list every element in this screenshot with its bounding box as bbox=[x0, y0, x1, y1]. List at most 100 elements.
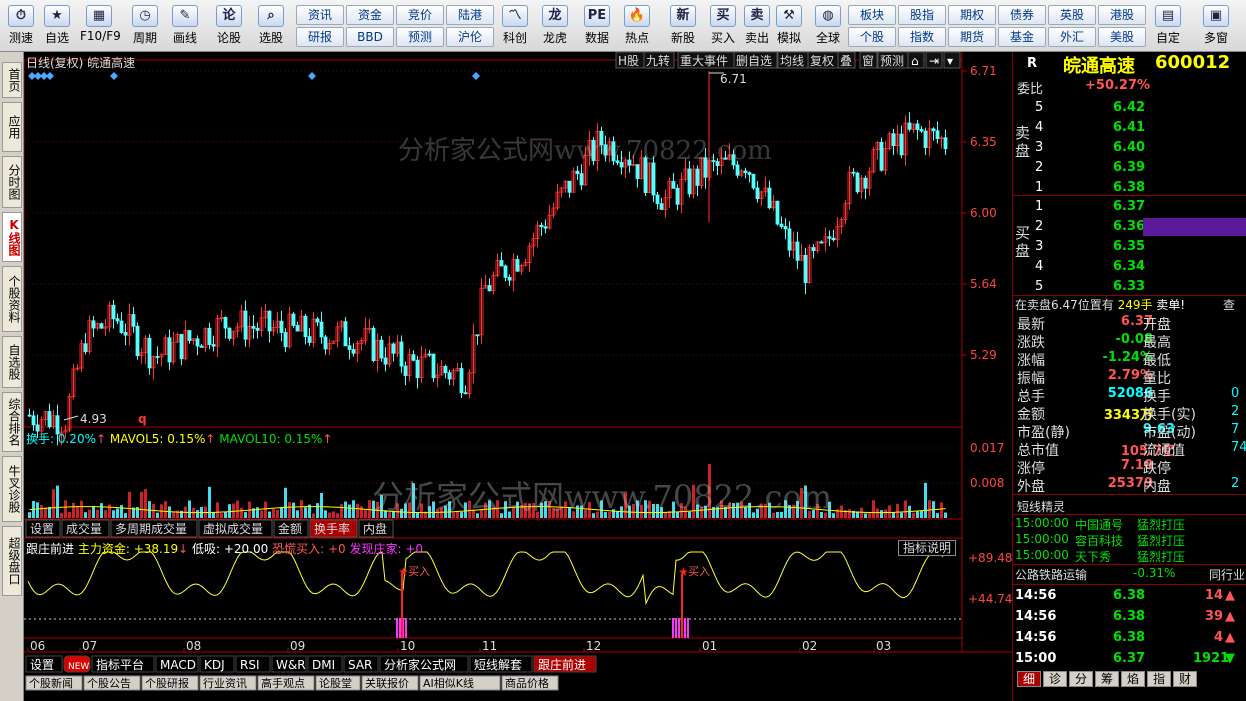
info-tab[interactable]: AI相似K线 bbox=[419, 675, 501, 691]
vol-tab[interactable]: 虚拟成交量 bbox=[198, 519, 273, 538]
toolbar-market-button[interactable]: 债券 bbox=[998, 5, 1046, 25]
quote-tab[interactable]: 指 bbox=[1147, 671, 1171, 687]
toolbar-chat-button[interactable]: 论论股 bbox=[210, 2, 248, 50]
toolbar-custom-button[interactable]: ▤ 自定 bbox=[1146, 2, 1190, 50]
chart-top-button[interactable]: 复权 bbox=[807, 52, 839, 69]
sprite-stock[interactable]: 天下秀 bbox=[1075, 548, 1111, 565]
toolbar-market-button[interactable]: 指数 bbox=[898, 27, 946, 47]
info-tab[interactable]: 论股堂 bbox=[315, 675, 361, 691]
info-tab[interactable]: 关联报价 bbox=[361, 675, 419, 691]
toolbar-market-button[interactable]: 外汇 bbox=[1048, 27, 1096, 47]
toolbar-clock-button[interactable]: ◷ 周期 bbox=[126, 2, 164, 50]
vol-tab[interactable]: 换手率 bbox=[309, 519, 358, 538]
vol-tab[interactable]: 设置 bbox=[25, 519, 61, 538]
toolbar-globe-button[interactable]: ◍ 全球 bbox=[806, 2, 850, 50]
indicator-tab[interactable]: 设置 bbox=[25, 655, 63, 673]
toolbar-kechuang-button[interactable]: 〽科创 bbox=[496, 2, 534, 50]
toolbar-buy-button[interactable]: 买买入 bbox=[704, 2, 742, 50]
toolbar-pe-button[interactable]: PE 数据 bbox=[578, 2, 616, 50]
toolbar-dragon-button[interactable]: 龙龙虎 bbox=[536, 2, 574, 50]
chart-top-button[interactable]: 九转 bbox=[643, 52, 675, 69]
indicator-tab[interactable]: DMI bbox=[307, 655, 343, 673]
quote-tab[interactable]: 焰 bbox=[1121, 671, 1145, 687]
toolbar-market-button[interactable]: 美股 bbox=[1098, 27, 1146, 47]
sprite-stock[interactable]: 容百科技 bbox=[1075, 532, 1123, 549]
quote-tab[interactable]: 细 bbox=[1017, 671, 1041, 687]
left-tab[interactable]: 分时图 bbox=[2, 156, 22, 208]
left-tab[interactable]: 应用 bbox=[2, 102, 22, 152]
quote-tab[interactable]: 分 bbox=[1069, 671, 1093, 687]
toolbar-link-button[interactable]: 沪伦 bbox=[446, 27, 494, 47]
indicator-tab[interactable]: SAR bbox=[343, 655, 379, 673]
indicator-tab[interactable]: RSI bbox=[235, 655, 271, 673]
event-diamond-icon[interactable] bbox=[308, 72, 316, 80]
toolbar-market-button[interactable]: 英股 bbox=[1048, 5, 1096, 25]
left-tab[interactable]: K线图 bbox=[2, 212, 22, 262]
indicator-tab[interactable]: MACD bbox=[155, 655, 199, 673]
info-tab[interactable]: 个股公告 bbox=[83, 675, 141, 691]
quote-tab[interactable]: 财 bbox=[1173, 671, 1197, 687]
toolbar-link-button[interactable]: 资讯 bbox=[296, 5, 344, 25]
vol-tab[interactable]: 内盘 bbox=[358, 519, 394, 538]
toolbar-link-button[interactable]: 陆港 bbox=[446, 5, 494, 25]
indicator-tab[interactable]: 短线解套 bbox=[469, 655, 533, 673]
event-diamond-icon[interactable] bbox=[472, 72, 480, 80]
chart-top-button[interactable]: 预测 bbox=[877, 52, 909, 69]
toolbar-market-button[interactable]: 期权 bbox=[948, 5, 996, 25]
toolbar-ipo-button[interactable]: 新新股 bbox=[664, 2, 702, 50]
left-tab[interactable]: 首页 bbox=[2, 62, 22, 98]
toolbar-link-button[interactable]: 竞价 bbox=[396, 5, 444, 25]
chart-nav-icon[interactable]: ▾ bbox=[943, 52, 961, 69]
toolbar-search-button[interactable]: ⌕ 选股 bbox=[252, 2, 290, 50]
chart-top-button[interactable]: 重大事件 bbox=[677, 52, 735, 69]
info-tab[interactable]: 高手观点 bbox=[257, 675, 315, 691]
toolbar-link-button[interactable]: BBD bbox=[346, 27, 394, 47]
left-tab[interactable]: 自选股 bbox=[2, 336, 22, 388]
indicator-tab[interactable]: 跟庄前进 bbox=[533, 655, 597, 673]
indicator-tab[interactable]: KDJ bbox=[199, 655, 235, 673]
chart-top-button[interactable]: 叠 bbox=[837, 52, 856, 69]
event-diamond-icon[interactable] bbox=[46, 72, 54, 80]
toolbar-speed-button[interactable]: ⏱ 测速 bbox=[2, 2, 40, 50]
vol-tab[interactable]: 多周期成交量 bbox=[110, 519, 198, 538]
sector-name[interactable]: 公路铁路运输 bbox=[1015, 566, 1087, 583]
toolbar-f10-button[interactable]: ▦ F10/F9 bbox=[80, 2, 121, 50]
chart-nav-icon[interactable]: ⌂ bbox=[907, 52, 925, 69]
info-tab[interactable]: 商品价格 bbox=[501, 675, 559, 691]
toolbar-window-button[interactable]: ▣ 多窗 bbox=[1194, 2, 1238, 50]
toolbar-hammer-button[interactable]: ⚒ 模拟 bbox=[770, 2, 808, 50]
indicator-tab[interactable]: 指标平台 bbox=[91, 655, 155, 673]
chart-top-button[interactable]: 删自选 bbox=[733, 52, 778, 69]
toolbar-pen-button[interactable]: ✎ 画线 bbox=[166, 2, 204, 50]
chart-top-button[interactable]: 均线 bbox=[777, 52, 809, 69]
vol-tab[interactable]: 成交量 bbox=[61, 519, 110, 538]
toolbar-link-button[interactable]: 资金 bbox=[346, 5, 394, 25]
info-tab[interactable]: 个股研报 bbox=[141, 675, 199, 691]
toolbar-market-button[interactable]: 基金 bbox=[998, 27, 1046, 47]
event-diamond-icon[interactable] bbox=[110, 72, 118, 80]
chart-top-button[interactable]: H股 bbox=[615, 52, 647, 69]
toolbar-star-button[interactable]: ★ 自选 bbox=[38, 2, 76, 50]
toolbar-link-button[interactable]: 预测 bbox=[396, 27, 444, 47]
info-tab[interactable]: 行业资讯 bbox=[199, 675, 257, 691]
order-notice-query[interactable]: 查 bbox=[1223, 296, 1235, 313]
toolbar-fire-button[interactable]: 🔥 热点 bbox=[618, 2, 656, 50]
chart-nav-icon[interactable]: ⇥ bbox=[925, 52, 943, 69]
indicator-help-button[interactable]: 指标说明 bbox=[898, 540, 957, 556]
toolbar-market-button[interactable]: 期货 bbox=[948, 27, 996, 47]
toolbar-market-button[interactable]: 股指 bbox=[898, 5, 946, 25]
vol-tab[interactable]: 金额 bbox=[273, 519, 309, 538]
new-badge[interactable]: NEW bbox=[63, 655, 91, 673]
indicator-tab[interactable]: 分析家公式网 bbox=[379, 655, 469, 673]
kline-chart-area[interactable]: 6.71 6.35 6.00 5.64 5.29 0.017 0.008 +89.48 +44.… bbox=[24, 52, 1012, 701]
toolbar-link-button[interactable]: 研报 bbox=[296, 27, 344, 47]
sprite-stock[interactable]: 中国通号 bbox=[1075, 516, 1123, 533]
left-tab[interactable]: 超级盘口 bbox=[2, 526, 22, 596]
toolbar-market-button[interactable]: 港股 bbox=[1098, 5, 1146, 25]
toolbar-market-button[interactable]: 板块 bbox=[848, 5, 896, 25]
same-industry-button[interactable]: 同行业 bbox=[1209, 566, 1245, 583]
chart-top-button[interactable]: 窗 bbox=[859, 52, 878, 69]
toolbar-market-button[interactable]: 个股 bbox=[848, 27, 896, 47]
info-tab[interactable]: 个股新闻 bbox=[25, 675, 83, 691]
left-tab[interactable]: 综合排名 bbox=[2, 392, 22, 452]
